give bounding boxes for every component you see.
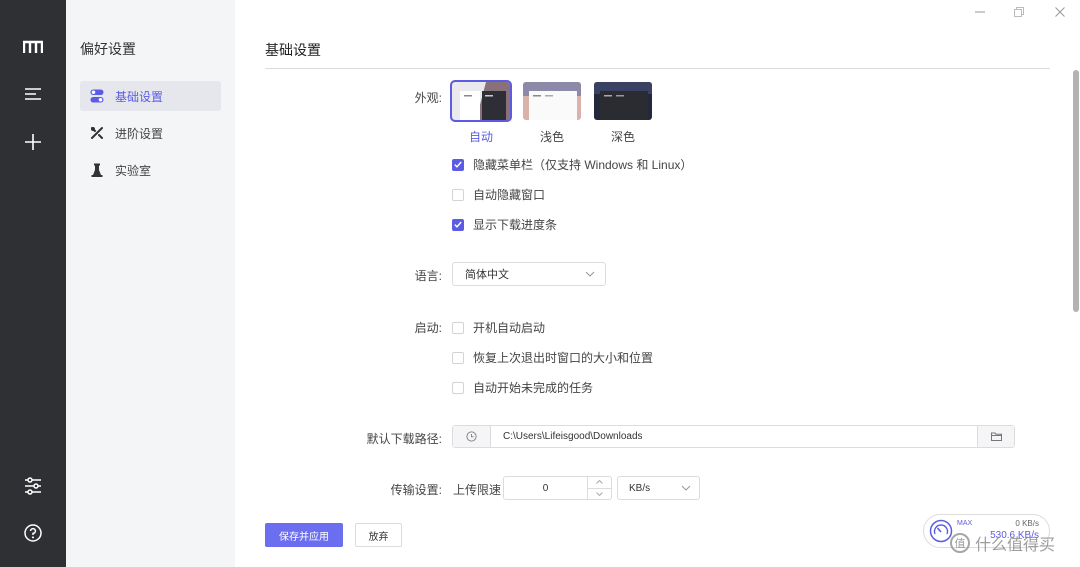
checkbox-unchecked[interactable]: [452, 381, 464, 394]
plus-icon[interactable]: [13, 122, 53, 162]
option-hide-menubar[interactable]: 隐藏菜单栏（仅支持 Windows 和 Linux）: [452, 156, 692, 173]
upload-limit-value[interactable]: 0: [504, 477, 587, 499]
chevron-down-icon: [673, 485, 699, 491]
history-icon[interactable]: [453, 426, 491, 447]
download-path-input[interactable]: C:\Users\Lifeisgood\Downloads: [491, 426, 977, 447]
chevron-down-icon: [575, 271, 605, 277]
watermark-badge: 值: [950, 533, 970, 553]
title-divider: [265, 68, 1050, 69]
scrollbar[interactable]: [1073, 70, 1079, 312]
decrement-icon[interactable]: [588, 487, 611, 500]
increment-icon[interactable]: [588, 477, 611, 488]
stepper-arrows: [587, 477, 611, 499]
checkbox-unchecked[interactable]: [452, 188, 464, 201]
option-launch-at-login[interactable]: 开机自动启动: [452, 319, 545, 336]
language-value: 简体中文: [465, 269, 509, 281]
sidebar-item-lab[interactable]: 实验室: [80, 155, 221, 185]
option-label: 恢复上次退出时窗口的大小和位置: [473, 351, 654, 365]
transfer-label: 传输设置:: [390, 483, 442, 497]
option-label: 隐藏菜单栏（仅支持 Windows 和 Linux）: [473, 158, 693, 172]
option-label: 显示下载进度条: [473, 218, 558, 232]
minimize-icon[interactable]: [971, 4, 989, 20]
discard-button[interactable]: 放弃: [355, 523, 402, 547]
theme-light-label: 浅色: [539, 130, 564, 144]
option-resume-tasks[interactable]: 自动开始未完成的任务: [452, 379, 593, 396]
restore-icon[interactable]: [1010, 4, 1028, 20]
language-select[interactable]: 简体中文: [452, 262, 606, 286]
flask-icon: [90, 163, 104, 177]
checkbox-unchecked[interactable]: [452, 321, 464, 334]
close-icon[interactable]: [1051, 4, 1069, 20]
theme-dark[interactable]: [594, 82, 652, 120]
checkbox-checked[interactable]: [452, 218, 464, 231]
checkbox-unchecked[interactable]: [452, 351, 464, 364]
menu-icon[interactable]: [13, 74, 53, 114]
watermark-text: 什么值得买: [975, 537, 1056, 554]
download-path-field: C:\Users\Lifeisgood\Downloads: [452, 425, 1015, 448]
app-rail: [0, 0, 66, 567]
sidebar-item-advanced[interactable]: 进阶设置: [80, 118, 221, 148]
theme-light[interactable]: [523, 82, 581, 120]
speed-max-label: MAX: [957, 520, 973, 527]
download-path-label: 默认下载路径:: [366, 432, 442, 446]
checkbox-checked[interactable]: [452, 158, 464, 171]
unit-value: KB/s: [629, 482, 651, 494]
logo-icon[interactable]: [13, 27, 53, 67]
folder-icon[interactable]: [977, 426, 1014, 447]
unit-select[interactable]: KB/s: [617, 476, 700, 500]
upload-speed: 0 KB/s: [1015, 519, 1039, 528]
option-label: 自动隐藏窗口: [473, 188, 546, 202]
sidebar-item-label: 基础设置: [115, 89, 164, 104]
option-show-progress[interactable]: 显示下载进度条: [452, 216, 557, 233]
save-apply-button[interactable]: 保存并应用: [265, 523, 343, 547]
page-title: 基础设置: [265, 42, 321, 58]
theme-auto-label: 自动: [468, 130, 493, 144]
option-auto-hide-window[interactable]: 自动隐藏窗口: [452, 186, 545, 203]
theme-auto[interactable]: [450, 80, 512, 122]
startup-label: 启动:: [414, 321, 442, 335]
settings-sidebar: 偏好设置 基础设置 进阶设置 实验室: [66, 0, 235, 567]
watermark: 值 什么值得买: [950, 531, 1055, 555]
help-icon[interactable]: [13, 513, 53, 553]
sidebar-item-label: 实验室: [115, 163, 152, 178]
sidebar-item-basic[interactable]: 基础设置: [80, 81, 221, 111]
sliders-icon[interactable]: [13, 466, 53, 506]
upload-limit-label: 上传限速: [453, 483, 502, 497]
option-label: 自动开始未完成的任务: [473, 381, 594, 395]
toggle-icon: [90, 89, 104, 103]
sidebar-title: 偏好设置: [80, 41, 136, 57]
language-label: 语言:: [414, 269, 442, 283]
tools-icon: [90, 126, 104, 140]
upload-limit-stepper[interactable]: 0: [503, 476, 612, 500]
appearance-label: 外观:: [414, 91, 442, 105]
option-restore-window[interactable]: 恢复上次退出时窗口的大小和位置: [452, 349, 653, 366]
theme-dark-label: 深色: [610, 130, 635, 144]
sidebar-item-label: 进阶设置: [115, 126, 164, 141]
option-label: 开机自动启动: [473, 321, 546, 335]
